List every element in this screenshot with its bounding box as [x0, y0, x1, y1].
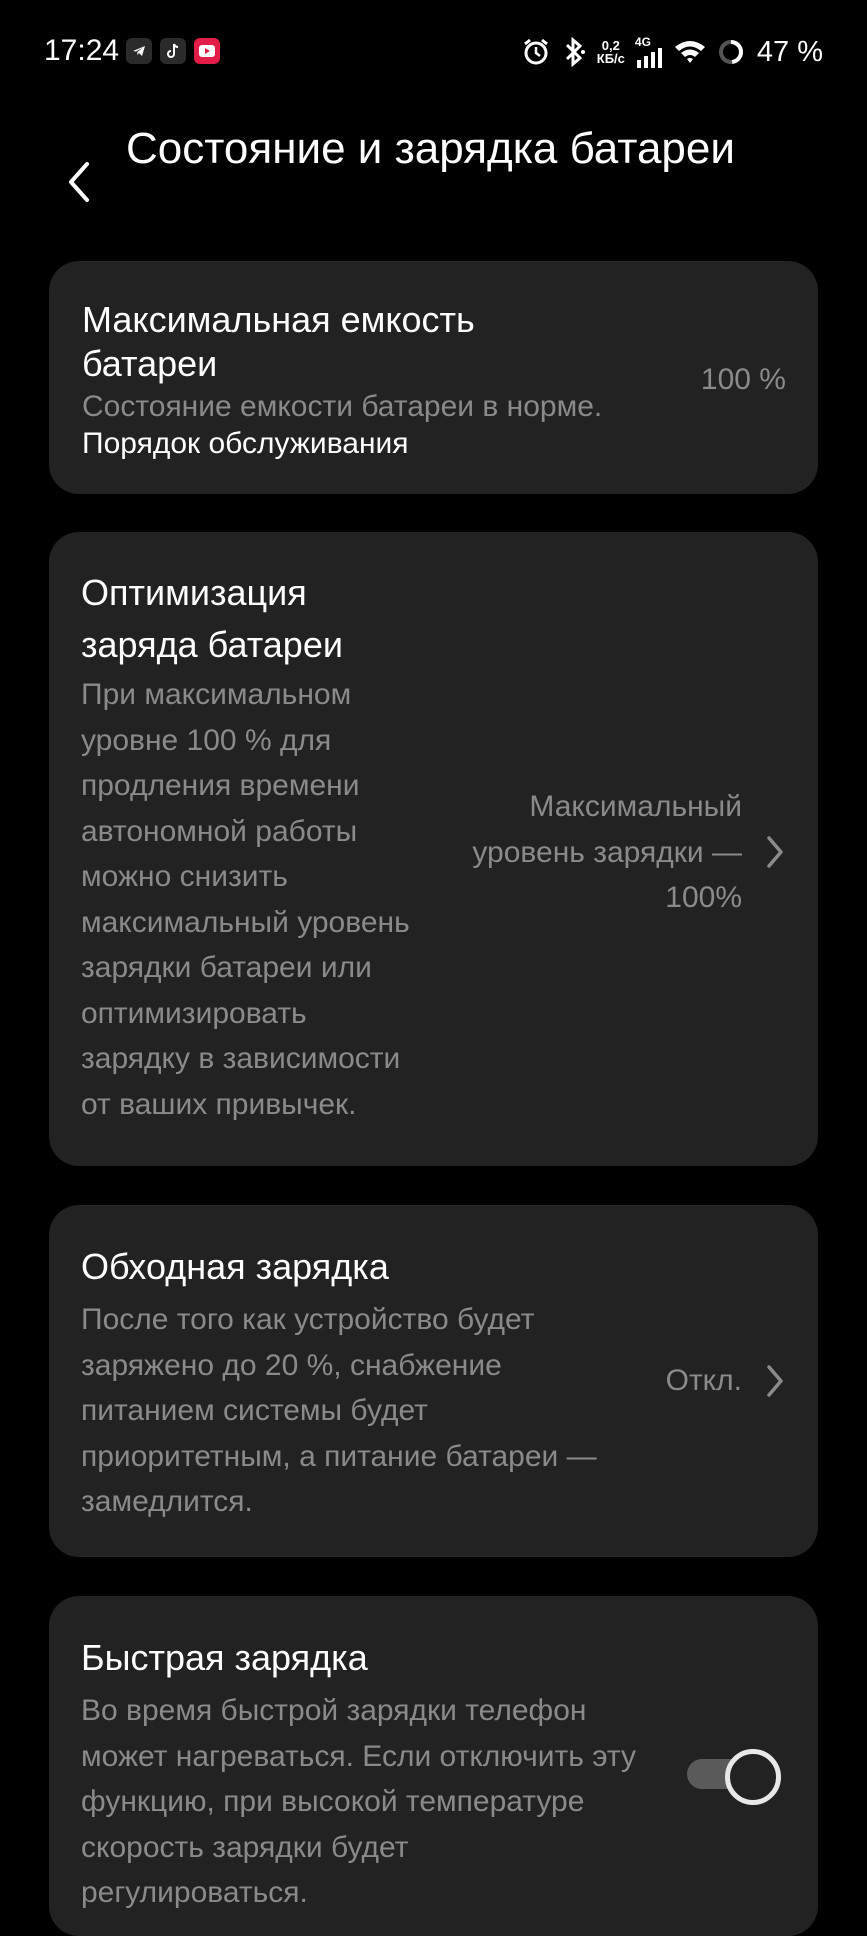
telegram-icon — [126, 38, 152, 64]
max-capacity-value: 100 % — [700, 363, 786, 396]
battery-ring-icon — [718, 40, 743, 64]
chevron-right-icon — [767, 1365, 783, 1397]
youtube-icon — [194, 38, 220, 64]
fast-charging-description: Во время быстрой зарядки телефон может н… — [81, 1694, 636, 1909]
max-capacity-description: Состояние емкости батареи в норме. — [82, 390, 603, 423]
bypass-charging-title: Обходная зарядка — [81, 1246, 389, 1287]
bypass-charging-value: Откл. — [665, 1364, 742, 1397]
charge-optimization-value: Максимальный уровень зарядки — 100% — [472, 790, 742, 914]
bypass-charging-description: После того как устройство будет заряжено… — [81, 1303, 597, 1518]
notification-icons — [126, 38, 220, 64]
back-button[interactable] — [56, 132, 100, 232]
fast-charging-title: Быстрая зарядка — [81, 1637, 368, 1678]
network-speed: 0,2 КБ/с — [596, 38, 625, 66]
maintenance-link[interactable]: Порядок обслуживания — [82, 426, 409, 462]
tiktok-icon — [160, 38, 186, 64]
alarm-icon — [523, 38, 548, 65]
max-capacity-title: Максимальная емкость батареи — [82, 299, 475, 384]
chevron-left-icon — [69, 162, 89, 202]
fast-charging-card: Быстрая зарядка Во время быстрой зарядки… — [49, 1596, 818, 1936]
battery-percent: 47 % — [756, 35, 823, 68]
cellular-signal-icon: 4G — [635, 36, 663, 68]
status-time: 17:24 — [44, 34, 120, 67]
wifi-icon — [674, 41, 705, 63]
status-right-icons: 0,2 КБ/с 4G 47 % — [521, 32, 823, 72]
bypass-charging-card[interactable]: Обходная зарядка После того как устройст… — [49, 1205, 818, 1557]
chevron-right-icon — [767, 836, 783, 868]
charge-optimization-title: Оптимизация заряда батареи — [81, 572, 343, 665]
bluetooth-icon — [565, 36, 585, 68]
fast-charging-toggle[interactable] — [687, 1746, 781, 1805]
header: Состояние и зарядка батареи — [0, 104, 867, 254]
charge-optimization-card[interactable]: Оптимизация заряда батареи При максималь… — [49, 532, 818, 1166]
toggle-knob — [725, 1749, 781, 1805]
status-bar: 17:24 0,2 КБ/с 4G 47 % — [0, 0, 867, 104]
max-capacity-card[interactable]: Максимальная емкость батареи Состояние е… — [49, 261, 818, 494]
page-title: Состояние и зарядка батареи — [126, 124, 735, 173]
charge-optimization-description: При максимальном уровне 100 % для продле… — [81, 678, 410, 1121]
